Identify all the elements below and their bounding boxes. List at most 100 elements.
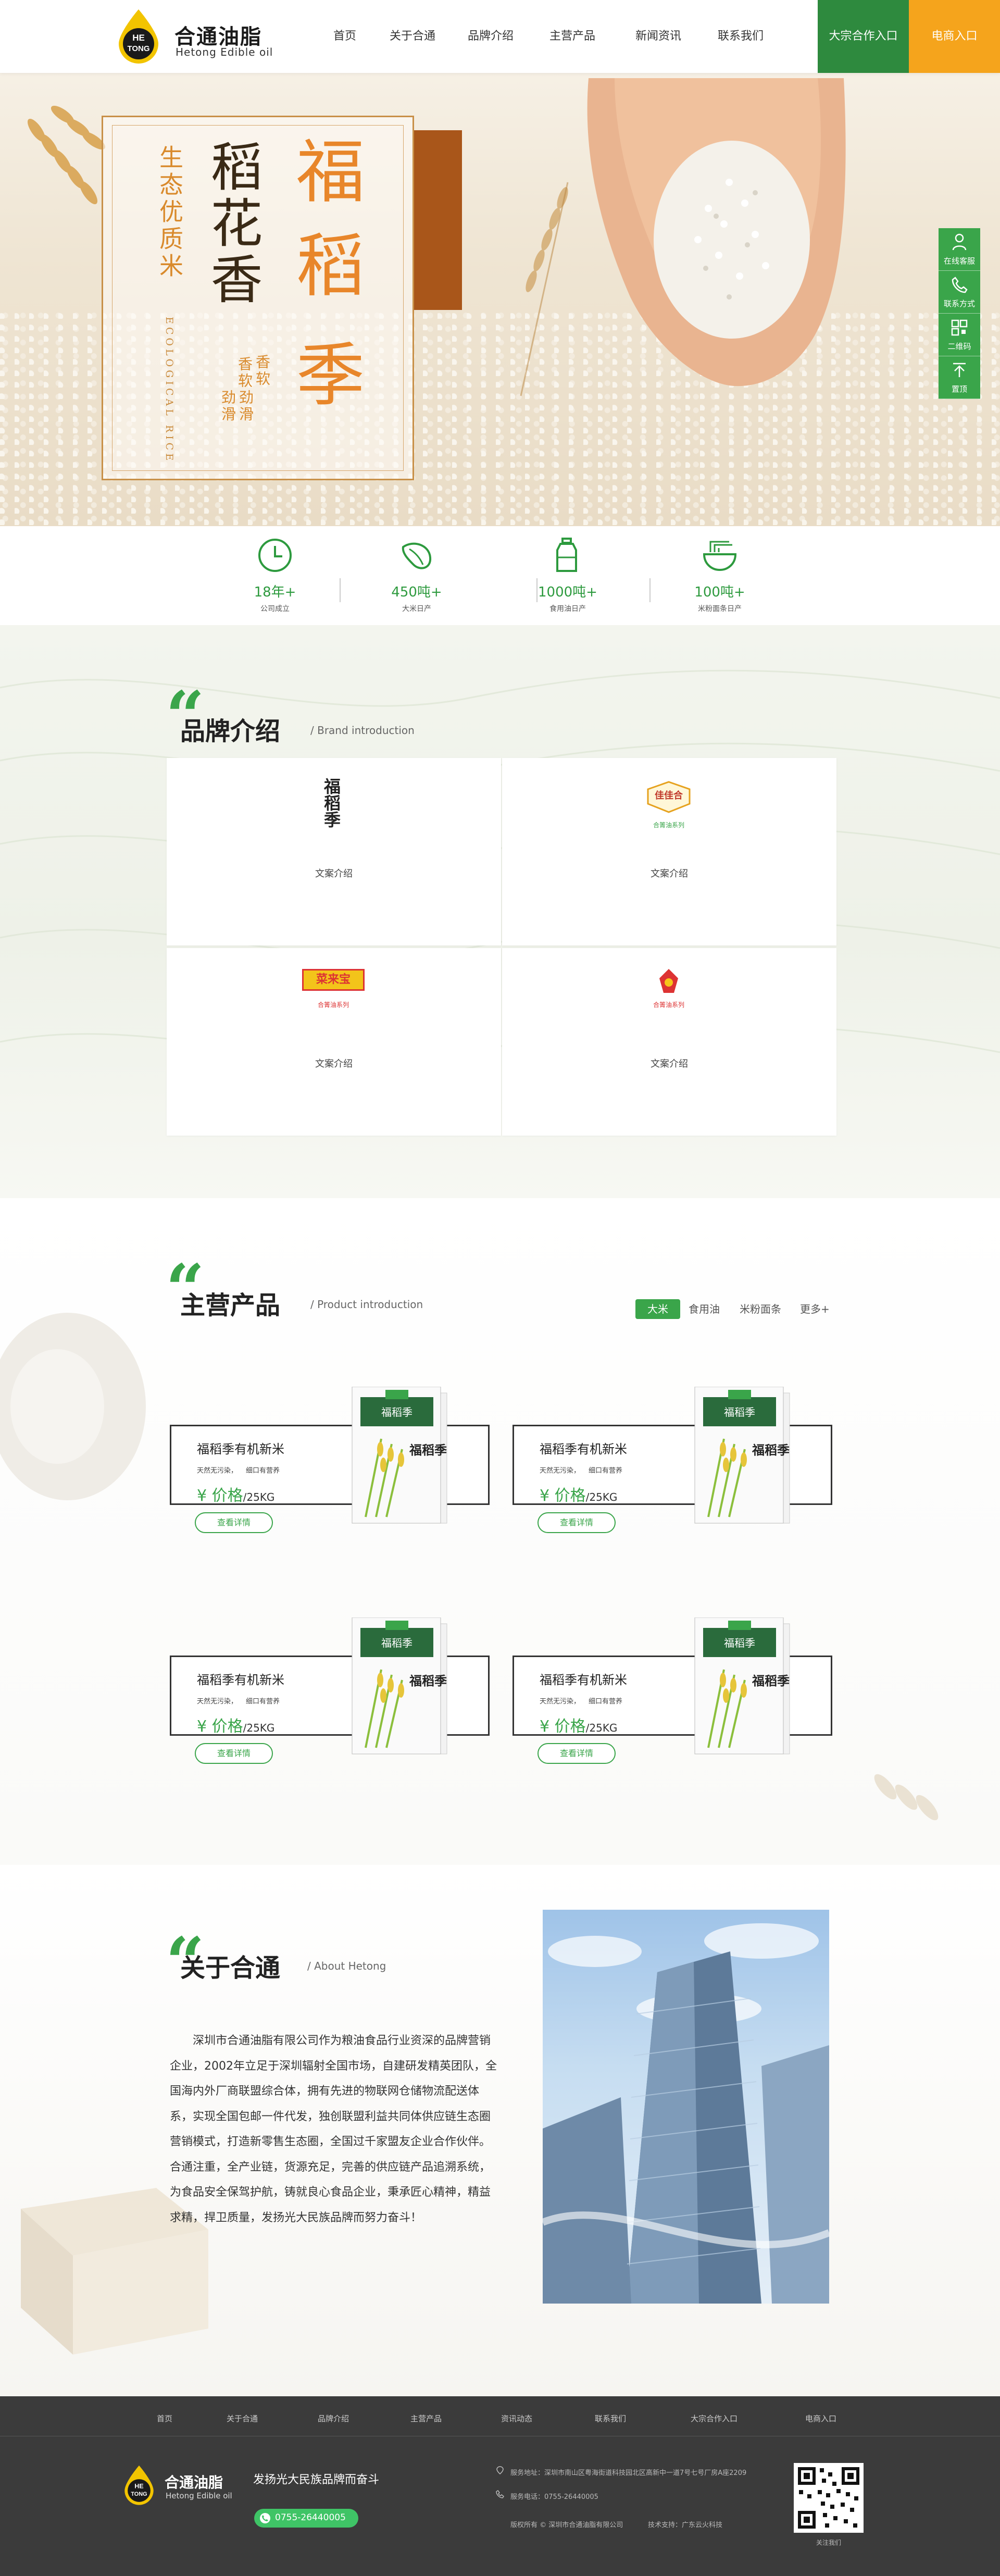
brand-logo-fudaoji: 福稻季 — [321, 778, 341, 828]
product-price-value: ¥ 价格 — [197, 1718, 243, 1736]
hero-big-char-1: 福 — [284, 135, 365, 204]
footer-logo-drop-icon[interactable]: HE TONG — [121, 2463, 157, 2507]
logo-badge-text-2: TONG — [127, 44, 149, 53]
nav-products[interactable]: 主营产品 — [549, 0, 595, 73]
brand-section-subtitle: / Brand introduction — [310, 724, 415, 737]
hero-tag-1: 香软 — [236, 356, 253, 390]
brand-logo-jiajiahe: 佳佳合 — [655, 790, 683, 801]
footer-nav-bulk[interactable]: 大宗合作入口 — [691, 2413, 738, 2424]
footer-nav-brand[interactable]: 品牌介绍 — [318, 2413, 349, 2424]
nav-about[interactable]: 关于合通 — [390, 0, 435, 73]
product-desc-2: 细口有营养 — [589, 1698, 623, 1706]
oil-bottle-icon — [556, 538, 577, 572]
logo-drop-icon[interactable]: HE TONG — [114, 7, 164, 65]
about-section-title: 关于合通 — [180, 1953, 281, 1983]
product-name: 福稻季有机新米 — [197, 1442, 284, 1457]
hands-holding-rice-image — [587, 78, 846, 387]
rice-bag-label: 福稻季 — [381, 1637, 413, 1649]
side-online-service-label: 在线客服 — [943, 256, 975, 266]
product-price-unit: /25KG — [243, 1491, 275, 1503]
hero-english-text: ECOLOGICAL RICE — [164, 317, 175, 464]
product-detail-button[interactable]: 查看详情 — [538, 1512, 616, 1533]
brand-logo-sub: 合箐油系列 — [653, 1001, 684, 1009]
side-back-to-top[interactable]: 置顶 — [939, 356, 980, 399]
nav-brand[interactable]: 品牌介绍 — [468, 0, 514, 73]
hero-accent-bar — [414, 130, 462, 310]
qrcode-label: 关注我们 — [816, 2539, 841, 2546]
footer-nav-ecommerce[interactable]: 电商入口 — [805, 2413, 836, 2424]
ecommerce-button[interactable]: 电商入口 — [909, 0, 1000, 73]
nav-news[interactable]: 新闻资讯 — [635, 0, 681, 73]
tab-rice[interactable]: 大米 — [635, 1299, 680, 1319]
product-price: ¥ 价格/25KG — [540, 1713, 617, 1736]
side-online-service[interactable]: 在线客服 — [939, 228, 980, 271]
rice-bag-side-label: 福稻季 — [752, 1673, 790, 1688]
footer-copyright: 版权所有 © 深圳市合通油脂有限公司 — [510, 2521, 623, 2529]
footer-slogan: 发扬光大民族品牌而奋斗 — [253, 2473, 380, 2486]
brand-card-fudaoji[interactable]: 福稻季 文案介绍 — [167, 758, 501, 945]
logo-subtitle: Hetong Edible oil — [176, 46, 273, 58]
product-price-unit: /25KG — [243, 1722, 275, 1734]
tab-edible-oil[interactable]: 食用油 — [689, 1299, 720, 1319]
brand-card-caption: 文案介绍 — [651, 868, 688, 879]
product-price: ¥ 价格/25KG — [197, 1483, 274, 1505]
product-detail-button[interactable]: 查看详情 — [538, 1743, 616, 1764]
rice-bag-image: 福稻季 福稻季 — [694, 1387, 790, 1524]
nav-home[interactable]: 首页 — [333, 0, 356, 73]
product-desc-1: 天然无污染， — [197, 1467, 238, 1475]
product-detail-button[interactable]: 查看详情 — [195, 1743, 273, 1764]
footer-logo-name: 合通油脂 — [165, 2474, 223, 2491]
footer-nav-news[interactable]: 资讯动态 — [501, 2413, 532, 2424]
page: { "brand": { "badge_line1": "HE", "badge… — [0, 0, 1000, 2576]
clock-icon — [258, 539, 292, 572]
rice-bag-image: 福稻季 福稻季 — [352, 1387, 447, 1524]
product-price-unit: /25KG — [585, 1491, 618, 1503]
site-header: HE TONG 合通油脂 Hetong Edible oil 首页 关于合通 品… — [0, 0, 1000, 73]
side-qrcode-label: 二维码 — [947, 342, 971, 351]
brand-card-cailaibao[interactable]: 菜来宝 合箐油系列 文案介绍 — [167, 948, 501, 1136]
product-desc-2: 细口有营养 — [246, 1467, 280, 1475]
side-qrcode[interactable]: 二维码 — [939, 314, 980, 356]
stat-years-value: 18年+ — [254, 584, 296, 600]
stat-noodle-label: 米粉面条日产 — [698, 605, 742, 613]
rice-grain-icon — [402, 542, 432, 569]
product-desc-2: 细口有营养 — [589, 1467, 623, 1475]
logo-badge-text-1: HE — [132, 33, 145, 43]
phone-icon — [952, 277, 968, 293]
tab-more[interactable]: 更多+ — [800, 1299, 830, 1319]
brand-card-oil-series[interactable]: 合箐油系列 文案介绍 — [502, 948, 836, 1136]
product-detail-button[interactable]: 查看详情 — [195, 1512, 273, 1533]
footer-phone-number: 0755-26440005 — [275, 2512, 346, 2523]
building-illustration-icon — [543, 1923, 829, 2304]
footer-logo-badge-text-2: TONG — [131, 2491, 147, 2497]
hero-tag-4: 劲滑 — [237, 390, 254, 423]
qrcode-icon — [951, 319, 968, 336]
rice-bag-label: 福稻季 — [381, 1406, 413, 1418]
rice-bag-label: 福稻季 — [724, 1406, 755, 1418]
rice-bag-side-label: 福稻季 — [409, 1442, 447, 1458]
hero-slogan-eco: 生态优质米 — [156, 145, 184, 280]
brand-logo-sub: 合箐油系列 — [317, 1001, 349, 1009]
footer-nav-products[interactable]: 主营产品 — [410, 2413, 442, 2424]
stat-noodle-value: 100吨+ — [694, 584, 745, 600]
product-price: ¥ 价格/25KG — [197, 1713, 274, 1736]
stat-oil-value: 1000吨+ — [538, 584, 597, 600]
stat-rice-value: 450吨+ — [391, 584, 442, 600]
phone-icon — [496, 2490, 504, 2498]
footer-nav-home[interactable]: 首页 — [157, 2413, 172, 2424]
brand-card-jiajiahe[interactable]: 佳佳合 合箐油系列 文案介绍 — [502, 758, 836, 945]
footer-address: 服务地址：深圳市南山区粤海街道科技园北区高新中一道7号七号厂房A座2209 — [510, 2469, 747, 2477]
tab-noodles[interactable]: 米粉面条 — [740, 1299, 781, 1319]
footer-phone-pill[interactable]: 0755-26440005 — [254, 2509, 358, 2528]
nav-contact[interactable]: 联系我们 — [718, 0, 764, 73]
footer-nav-about[interactable]: 关于合通 — [227, 2413, 258, 2424]
bulk-cooperation-button[interactable]: 大宗合作入口 — [818, 0, 909, 73]
product-name: 福稻季有机新米 — [540, 1442, 627, 1457]
side-contact[interactable]: 联系方式 — [939, 271, 980, 314]
footer-nav-contact[interactable]: 联系我们 — [595, 2413, 626, 2424]
footer-logo-badge-text-1: HE — [134, 2483, 143, 2490]
footer-logo-subtitle: Hetong Edible oil — [166, 2491, 232, 2500]
hero-big-char-2: 稻 — [284, 229, 365, 298]
rice-bag-image: 福稻季 福稻季 — [352, 1617, 447, 1754]
about-section-subtitle: / About Hetong — [307, 1960, 386, 1972]
